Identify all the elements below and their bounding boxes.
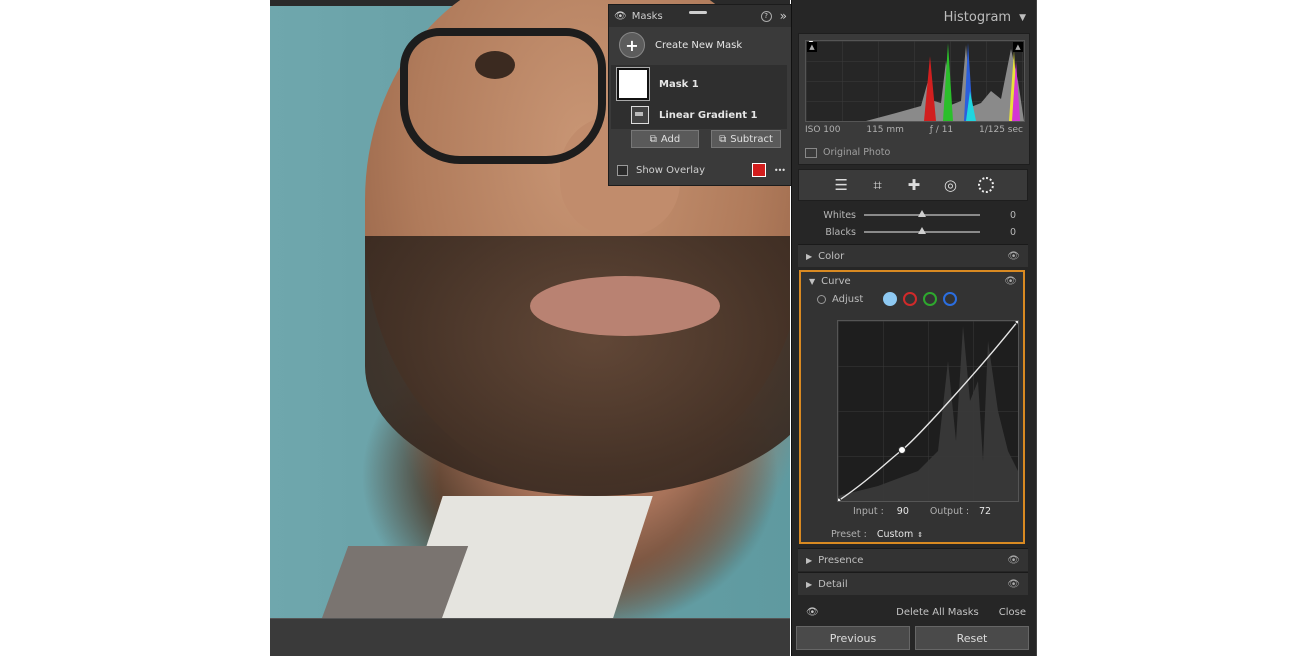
shutter-speed: 1/125 sec (978, 125, 1023, 135)
curve-section-label[interactable]: Curve (821, 276, 851, 287)
output-label: Output : (929, 506, 970, 517)
blacks-slider[interactable] (864, 227, 980, 234)
preset-value: Custom (876, 529, 914, 540)
blacks-label: Blacks (825, 226, 856, 238)
linear-gradient-icon (631, 106, 649, 124)
overlay-color-swatch[interactable] (751, 163, 766, 177)
expand-icon[interactable]: ▶ (806, 556, 812, 565)
show-overlay-label: Show Overlay (636, 164, 706, 176)
preset-label: Preset : (831, 529, 867, 540)
masks-header[interactable]: 👁 Masks ? » (609, 5, 792, 27)
help-icon[interactable]: ? (760, 10, 772, 22)
mask-1-row[interactable]: Mask 1 (617, 68, 699, 100)
subtract-label: Subtract (730, 133, 773, 145)
iso-value: ISO 100 (805, 125, 841, 135)
focal-length: 115 mm (866, 125, 904, 135)
plus-icon[interactable]: + (619, 32, 645, 58)
photo-lips (530, 276, 720, 336)
develop-panel: Histogram ▼ ▲ ▲ ISO 100 115 mm ƒ / 11 1/… (791, 0, 1037, 656)
presence-section[interactable]: ▶ Presence 👁 (798, 548, 1028, 571)
blacks-slider-knob[interactable] (918, 227, 926, 234)
detail-section-label[interactable]: Detail (818, 579, 847, 590)
tone-curve-graph[interactable] (834, 317, 1022, 505)
red-channel-icon[interactable] (903, 292, 918, 306)
create-mask-label[interactable]: Create New Mask (655, 40, 742, 51)
shadow-clip-icon[interactable]: ▲ (807, 42, 817, 52)
masks-title: Masks (631, 10, 663, 22)
more-options-icon[interactable]: ••• (774, 166, 786, 175)
eye-icon[interactable]: 👁 (1007, 555, 1020, 566)
expand-icon[interactable]: ▶ (806, 580, 812, 589)
healing-icon[interactable]: ✚ (905, 176, 923, 194)
whites-slider-row[interactable]: Whites 0 (798, 207, 1028, 223)
create-mask-row[interactable]: + Create New Mask (619, 32, 742, 58)
color-section-label[interactable]: Color (818, 251, 844, 262)
add-label: Add (660, 133, 681, 145)
rgb-channel-icon[interactable] (883, 292, 898, 306)
adjust-label: Adjust (832, 293, 864, 305)
color-section[interactable]: ▶ Color 👁 (798, 244, 1028, 267)
expand-icon[interactable]: ▶ (806, 252, 812, 261)
preset-select[interactable]: Custom ⇕ (877, 529, 923, 540)
aperture-value: ƒ / 11 (929, 125, 954, 135)
delete-all-masks-button[interactable]: Delete All Masks (896, 607, 979, 618)
presence-section-label[interactable]: Presence (818, 555, 863, 566)
green-channel-icon[interactable] (923, 292, 938, 306)
red-eye-icon[interactable]: ◎ (941, 176, 959, 194)
original-photo-label: Original Photo (823, 147, 891, 158)
histogram-title[interactable]: Histogram (944, 10, 1011, 25)
histogram-box: ▲ ▲ ISO 100 115 mm ƒ / 11 1/125 sec Orig… (798, 33, 1030, 165)
blue-channel-icon[interactable] (943, 292, 958, 306)
subtract-icon: ⧉ (719, 133, 727, 145)
highlight-clip-icon[interactable]: ▲ (1013, 42, 1023, 52)
photo-eye (475, 51, 515, 79)
whites-slider[interactable] (864, 210, 980, 217)
whites-label: Whites (823, 209, 856, 221)
output-value[interactable]: 72 (975, 506, 995, 517)
crop-icon[interactable]: ⌗ (869, 176, 887, 194)
gradient-row[interactable]: Linear Gradient 1 (631, 106, 757, 124)
collapse-icon[interactable]: ▼ (809, 277, 815, 286)
histogram-graph: ▲ ▲ (805, 39, 1025, 122)
photo-glasses (400, 28, 606, 164)
tool-strip: ☰ ⌗ ✚ ◎ (798, 169, 1028, 201)
subtract-button[interactable]: ⧉ Subtract (711, 130, 781, 148)
gradient-label[interactable]: Linear Gradient 1 (659, 110, 757, 121)
photo-beard (365, 236, 790, 496)
masks-panel[interactable]: 👁 Masks ? » + Create New Mask Mask 1 Lin… (608, 4, 793, 186)
masking-icon[interactable] (977, 177, 994, 193)
show-overlay-checkbox[interactable] (617, 164, 628, 176)
mask-footer: 👁 Delete All Masks Close (792, 601, 1036, 623)
input-value[interactable]: 90 (890, 506, 916, 517)
collapse-icon[interactable]: » (780, 9, 787, 23)
add-button[interactable]: ⧉ Add (631, 130, 699, 148)
original-photo-checkbox[interactable] (805, 147, 817, 158)
detail-section[interactable]: ▶ Detail 👁 (798, 572, 1028, 595)
target-adjust-icon[interactable] (817, 294, 826, 304)
mask-thumbnail[interactable] (617, 68, 649, 100)
tone-curve-svg[interactable] (834, 317, 1022, 505)
eye-icon[interactable]: 👁 (614, 11, 627, 22)
histogram-svg (806, 39, 1024, 121)
edit-sliders-icon[interactable]: ☰ (832, 176, 850, 194)
eye-icon[interactable]: 👁 (1004, 276, 1017, 287)
eye-icon[interactable]: 👁 (1007, 579, 1020, 590)
blacks-slider-row[interactable]: Blacks 0 (798, 224, 1028, 240)
close-button[interactable]: Close (999, 607, 1026, 618)
eye-icon[interactable]: 👁 (1007, 251, 1020, 262)
previous-button[interactable]: Previous (796, 626, 910, 650)
drag-handle[interactable] (689, 11, 707, 14)
filmstrip-bar (270, 618, 790, 656)
stepper-icon: ⇕ (917, 530, 924, 539)
eye-icon[interactable]: 👁 (806, 607, 819, 618)
curve-section: ▼ Curve 👁 Adjust Input: 90 Output: 72 … (799, 270, 1025, 544)
input-label: Input : (853, 506, 884, 517)
whites-slider-knob[interactable] (918, 210, 926, 217)
whites-value[interactable]: 0 (1010, 210, 1028, 221)
add-icon: ⧉ (649, 133, 657, 145)
mask-1-label[interactable]: Mask 1 (659, 79, 699, 90)
reset-button[interactable]: Reset (915, 626, 1029, 650)
blacks-value[interactable]: 0 (1010, 227, 1028, 238)
panel-collapse-icon[interactable]: ▼ (1019, 13, 1026, 23)
